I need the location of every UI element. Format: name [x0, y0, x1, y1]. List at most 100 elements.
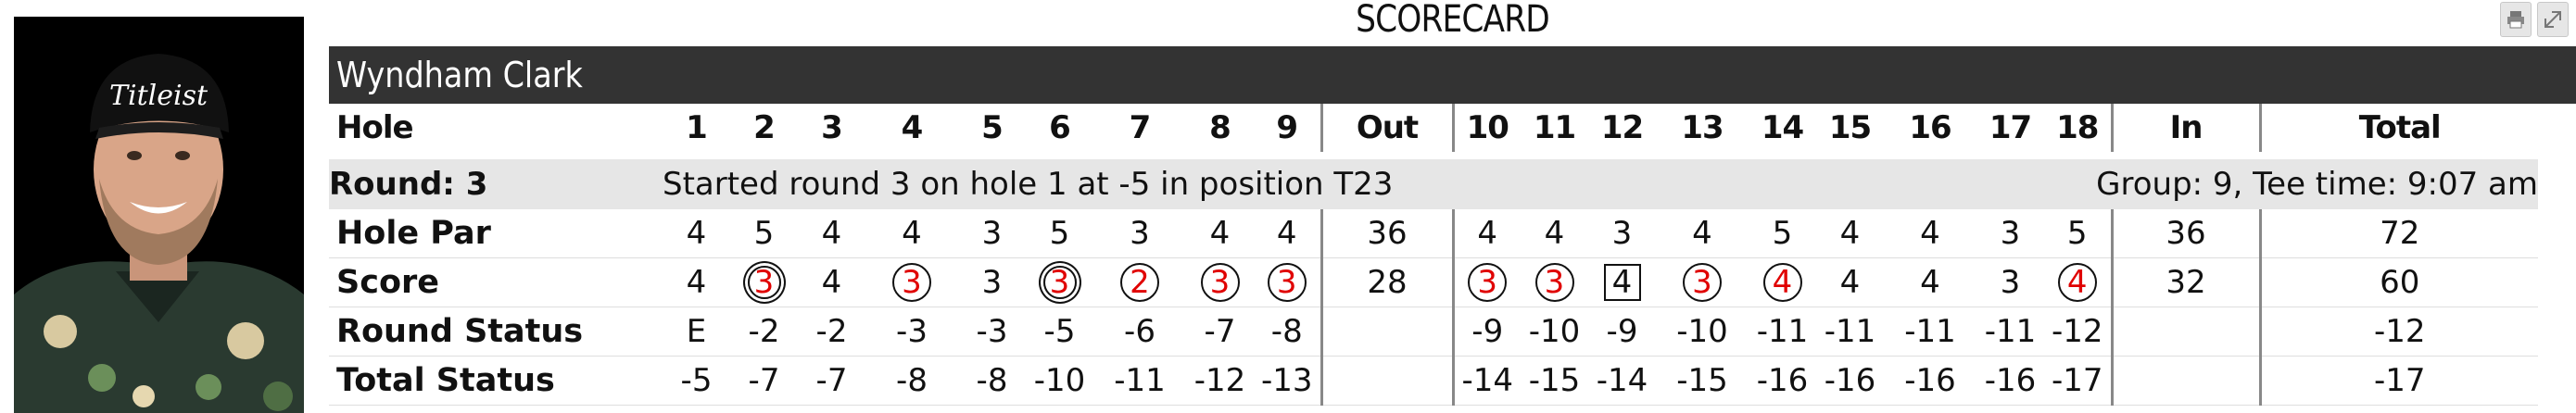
- hole-cell: -15: [1656, 356, 1749, 406]
- row-label: Round Status: [329, 307, 663, 357]
- hole-cell: -7: [730, 356, 798, 406]
- hole-cell: 5: [1749, 209, 1816, 258]
- hole-cell: -16: [1816, 356, 1884, 406]
- print-button[interactable]: [2500, 2, 2532, 37]
- total-status-row: Total Status -5 -7 -7 -8 -8 -10 -11 -12 -13 -14 -15…: [329, 356, 2538, 406]
- svg-text:Titleist: Titleist: [109, 80, 208, 112]
- hole-cell: 3: [1588, 209, 1656, 258]
- hole-cell: 4: [1186, 209, 1254, 258]
- hole-cell: -13: [1254, 356, 1321, 406]
- hole-cell: 3: [958, 209, 1026, 258]
- in-cell: [2110, 356, 2260, 406]
- hole-number: 7: [1129, 109, 1152, 146]
- hole-cell: -17: [2044, 356, 2112, 406]
- row-label: Score: [329, 257, 663, 307]
- hole-cell: -9: [1451, 307, 1521, 357]
- hole-cell: -14: [1588, 356, 1656, 406]
- hole-cell: 3: [730, 257, 798, 307]
- scorecard-table: Hole 1 2 3 4 5 6 7 8 9 Out 10 11 12 13 1…: [329, 104, 2538, 406]
- hole-cell: 4: [1451, 209, 1521, 258]
- in-cell: 32: [2110, 257, 2260, 307]
- out-cell: 36: [1320, 209, 1453, 258]
- total-header: Total: [2258, 104, 2538, 152]
- hole-cell: 4: [2044, 257, 2112, 307]
- hole-cell: 3: [1521, 257, 1588, 307]
- hole-number: 9: [1276, 109, 1298, 146]
- hole-cell: -5: [663, 356, 730, 406]
- hole-cell: 4: [1588, 257, 1656, 307]
- hole-label: Hole: [336, 109, 414, 146]
- hole-cell: 4: [798, 257, 865, 307]
- hole-cell: -12: [2044, 307, 2112, 357]
- hole-cell: 3: [1186, 257, 1254, 307]
- out-cell: 28: [1320, 257, 1453, 307]
- row-label: Total Status: [329, 356, 663, 406]
- hole-cell: -2: [798, 307, 865, 357]
- hole-cell: 4: [663, 257, 730, 307]
- birdie-marker: 3: [1683, 263, 1722, 302]
- total-cell: -17: [2258, 356, 2538, 406]
- hole-cell: 5: [1026, 209, 1093, 258]
- hole-cell: -11: [1976, 307, 2044, 357]
- hole-cell: -8: [958, 356, 1026, 406]
- hole-cell: 3: [1026, 257, 1093, 307]
- round-start-info: Started round 3 on hole 1 at -5 in posit…: [663, 159, 1588, 209]
- hole-number: 17: [1989, 109, 2032, 146]
- hole-number: 13: [1681, 109, 1724, 146]
- total-cell: -12: [2258, 307, 2538, 357]
- player-photo: Titleist: [14, 17, 304, 413]
- hole-number: 16: [1909, 109, 1951, 146]
- expand-button[interactable]: [2537, 2, 2569, 37]
- birdie-marker: 2: [1120, 263, 1159, 302]
- total-cell: 60: [2258, 257, 2538, 307]
- eagle-marker: 3: [747, 264, 781, 301]
- round-info-bar: Round: 3 Started round 3 on hole 1 at -5…: [329, 159, 2538, 209]
- score-value: 3: [981, 264, 1003, 301]
- birdie-marker: 3: [1200, 263, 1240, 302]
- row-label: Hole Par: [329, 209, 663, 258]
- hole-cell: 3: [1254, 257, 1321, 307]
- out-cell: [1320, 356, 1453, 406]
- hole-cell: -7: [798, 356, 865, 406]
- hole-cell: 2: [1093, 257, 1186, 307]
- in-header: In: [2110, 104, 2260, 152]
- birdie-marker: 3: [1534, 263, 1574, 302]
- hole-cell: -2: [730, 307, 798, 357]
- hole-cell: -16: [1976, 356, 2044, 406]
- player-name-bar: Wyndham Clark: [329, 46, 2576, 104]
- hole-cell: 5: [2044, 209, 2112, 258]
- total-cell: 72: [2258, 209, 2538, 258]
- round-status-row: Round Status E -2 -2 -3 -3 -5 -6 -7 -8 -9 -10 -9 -10-…: [329, 307, 2538, 357]
- hole-row: Hole 1 2 3 4 5 6 7 8 9 Out 10 11 12 13 1…: [329, 104, 2538, 152]
- out-cell: [1320, 307, 1453, 357]
- hole-cell: 3: [958, 257, 1026, 307]
- hole-number: 6: [1049, 109, 1071, 146]
- hole-cell: -6: [1093, 307, 1186, 357]
- hole-cell: -9: [1588, 307, 1656, 357]
- hole-cell: 3: [1976, 209, 2044, 258]
- hole-cell: 4: [1521, 209, 1588, 258]
- hole-cell: -15: [1521, 356, 1588, 406]
- hole-cell: -11: [1749, 307, 1816, 357]
- hole-par-row: Hole Par 4 5 4 4 3 5 3 4 4 36 4 4 3 4 5 4 4 3 5 36 72: [329, 209, 2538, 258]
- group-tee-time: Group: 9, Tee time: 9:07 am: [1588, 159, 2538, 209]
- score-value: 4: [686, 264, 707, 301]
- hole-cell: -10: [1656, 307, 1749, 357]
- in-cell: [2110, 307, 2260, 357]
- hole-cell: -3: [865, 307, 958, 357]
- hole-cell: -10: [1026, 356, 1093, 406]
- hole-cell: -7: [1186, 307, 1254, 357]
- score-value: 4: [1920, 264, 1940, 301]
- printer-icon: [2507, 11, 2524, 29]
- hole-number: 14: [1761, 109, 1804, 146]
- hole-cell: 4: [798, 209, 865, 258]
- score-value: 4: [821, 264, 842, 301]
- hole-cell: 3: [1976, 257, 2044, 307]
- birdie-marker: 4: [2057, 263, 2097, 302]
- hole-cell: 3: [1656, 257, 1749, 307]
- hole-cell: -11: [1884, 307, 1976, 357]
- hole-number: 8: [1209, 109, 1231, 146]
- hole-number: 2: [753, 109, 776, 146]
- hole-cell: -11: [1093, 356, 1186, 406]
- eagle-marker: 3: [1042, 264, 1077, 301]
